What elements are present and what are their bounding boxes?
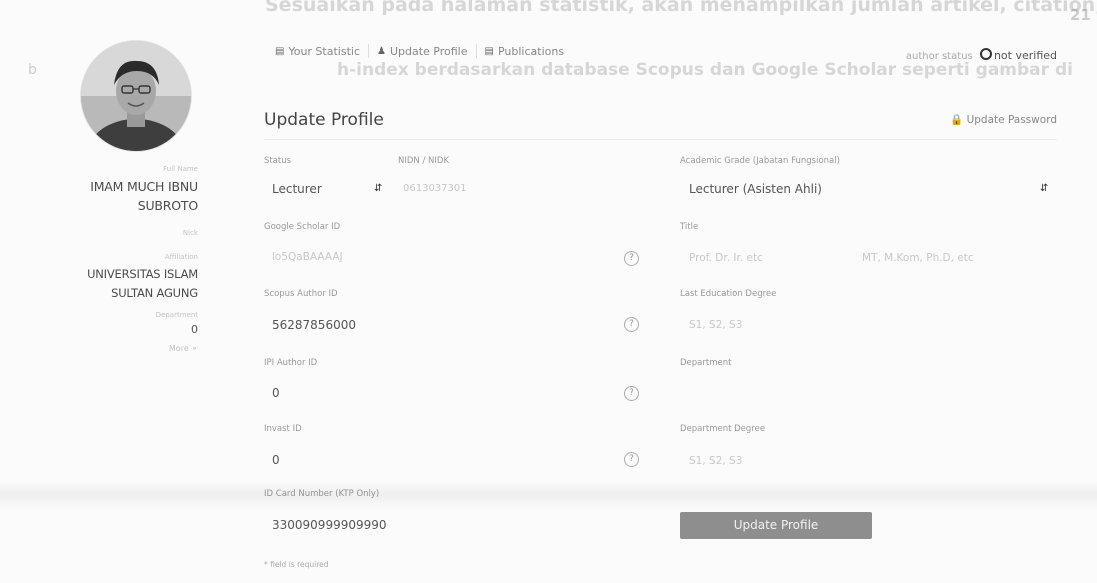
ktp-label: ID Card Number (KTP Only)	[264, 489, 380, 499]
title-label: Title	[680, 222, 699, 232]
invast-label: Invast ID	[264, 424, 302, 434]
document-text-line: h-index berdasarkan database Scopus dan …	[337, 60, 1073, 80]
help-icon[interactable]: ?	[624, 251, 639, 266]
scopus-field[interactable]: 56287856000	[272, 318, 356, 332]
page-title: Update Profile	[264, 110, 384, 130]
status-select[interactable]: Lecturer	[272, 182, 322, 196]
title-back-field[interactable]: MT, M.Kom, Ph.D, etc	[862, 252, 974, 264]
nidn-value: 0613037301	[403, 183, 467, 194]
nav-publications[interactable]: ▤ Publications	[485, 45, 565, 58]
scholar-label: Google Scholar ID	[264, 222, 341, 232]
status-circle-icon	[979, 48, 992, 60]
scan-shadow	[0, 480, 1097, 510]
nidn-label: NIDN / NIDK	[398, 156, 450, 166]
academic-grade-label: Academic Grade (Jabatan Fungsional)	[680, 156, 840, 166]
scopus-value: 56287856000	[272, 318, 356, 332]
status-select-value: Lecturer	[272, 182, 322, 196]
nav-divider	[475, 44, 477, 58]
page-number: 21	[1070, 6, 1091, 24]
fullname-label: Full Name	[163, 165, 198, 173]
status-label: Status	[264, 156, 292, 166]
academic-grade-select[interactable]: Lecturer (Asisten Ahli)	[689, 182, 822, 196]
affiliation-line: UNIVERSITAS ISLAM	[87, 267, 198, 281]
nav-statistic-label: Your Statistic	[288, 44, 360, 58]
help-icon[interactable]: ?	[624, 452, 639, 467]
chart-icon: ▤	[275, 45, 285, 57]
last-degree-placeholder: S1, S2, S3	[689, 319, 743, 331]
update-password-label: Update Password	[966, 114, 1057, 126]
plus-circle-icon: ⚬	[191, 344, 198, 353]
nav-divider	[368, 44, 369, 58]
profile-summary: Full Name IMAM MUCH IBNU SUBROTO Nick Af…	[30, 165, 198, 357]
lock-icon: 🔒	[950, 114, 964, 126]
affiliation-label: Affiliation	[164, 253, 198, 261]
profile-nav: ▤ Your Statistic ♟ Update Profile ▤ Publ…	[275, 44, 564, 58]
dept-degree-field[interactable]: S1, S2, S3	[689, 455, 742, 467]
ipi-field[interactable]: 0	[272, 386, 280, 400]
nidn-field[interactable]: 0613037301	[403, 183, 467, 194]
nav-statistic[interactable]: ▤ Your Statistic	[275, 45, 360, 58]
author-status-value: not verified	[993, 49, 1057, 62]
help-icon[interactable]: ?	[624, 317, 639, 332]
scopus-label: Scopus Author ID	[264, 289, 338, 299]
select-caret-icon: ⇵	[1040, 183, 1049, 194]
nick-label: Nick	[182, 229, 198, 237]
ktp-field[interactable]: 330090999909990	[272, 518, 387, 532]
help-icon[interactable]: ?	[624, 386, 639, 401]
title-back-placeholder: MT, M.Kom, Ph.D, etc	[862, 252, 974, 264]
divider	[264, 139, 1057, 140]
nav-update-profile[interactable]: ♟ Update Profile	[377, 45, 468, 58]
profile-name-line: IMAM MUCH IBNU	[90, 179, 198, 194]
scholar-value: lo5QaBAAAAJ	[272, 251, 343, 263]
ipi-value: 0	[272, 386, 280, 400]
last-degree-label: Last Education Degree	[680, 289, 777, 299]
title-front-field[interactable]: Prof. Dr. Ir. etc	[689, 252, 763, 264]
avatar	[80, 40, 192, 152]
more-link[interactable]: More ⚬	[30, 344, 198, 353]
more-label: More	[168, 344, 189, 353]
update-password-link[interactable]: 🔒 Update Password	[950, 113, 1057, 126]
author-status: author status not verified	[906, 48, 1057, 62]
academic-grade-value: Lecturer (Asisten Ahli)	[689, 182, 822, 196]
department-field-label: Department	[680, 358, 732, 368]
author-status-label: author status	[905, 51, 973, 62]
dept-degree-label: Department Degree	[680, 424, 766, 434]
department-label: Department	[155, 311, 198, 319]
margin-mark: b	[28, 62, 37, 78]
select-caret-icon: ⇵	[374, 183, 383, 194]
dept-degree-placeholder: S1, S2, S3	[689, 455, 743, 467]
required-note: * field is required	[264, 560, 329, 569]
scholar-field[interactable]: lo5QaBAAAAJ	[272, 251, 343, 263]
document-text-line: Sesuaikan pada halaman statistik, akan m…	[265, 0, 1097, 16]
nav-publications-label: Publications	[497, 44, 565, 58]
nav-update-profile-label: Update Profile	[389, 44, 468, 58]
profile-name-line: SUBROTO	[137, 198, 198, 213]
invast-value: 0	[272, 453, 280, 467]
affiliation-line: SULTAN AGUNG	[111, 286, 198, 300]
ktp-value: 330090999909990	[272, 518, 387, 532]
department-value: 0	[191, 323, 198, 336]
title-front-placeholder: Prof. Dr. Ir. etc	[689, 252, 763, 264]
invast-field[interactable]: 0	[272, 453, 280, 467]
ipi-label: IPI Author ID	[264, 358, 318, 368]
update-profile-button[interactable]: Update Profile	[680, 512, 872, 539]
last-degree-field[interactable]: S1, S2, S3	[689, 319, 742, 331]
document-icon: ▤	[484, 45, 494, 57]
user-icon: ♟	[377, 45, 386, 57]
